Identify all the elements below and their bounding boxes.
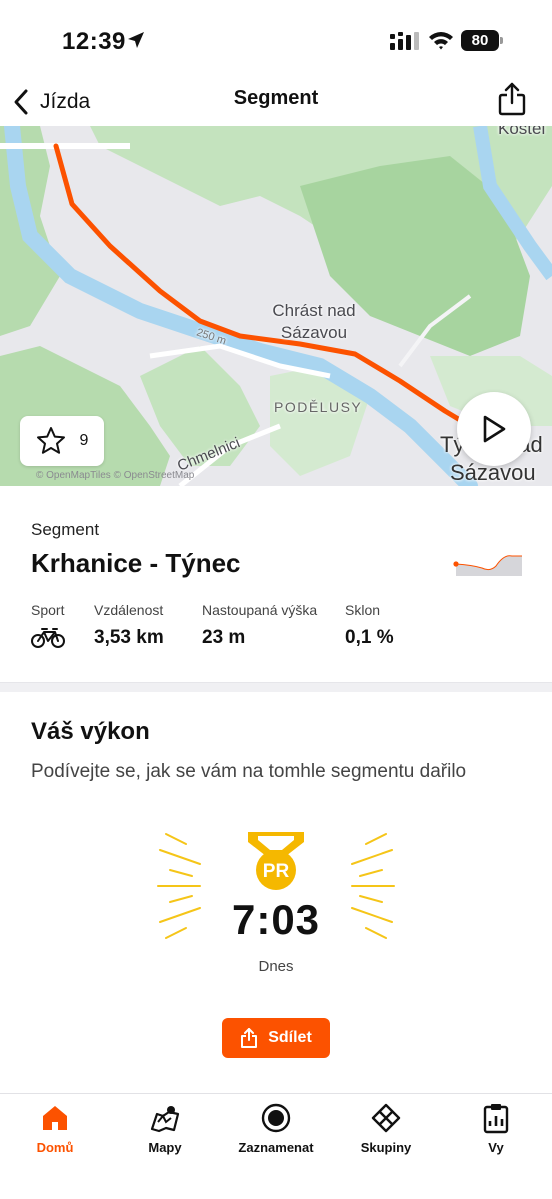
performance-subtitle: Podívejte se, jak se vám na tomhle segme… xyxy=(31,761,467,782)
battery-tip xyxy=(500,37,503,44)
map-label-area: PODĚLUSY xyxy=(274,399,363,415)
map-label-north: Kostel xyxy=(498,126,546,138)
status-time: 12:39 xyxy=(62,28,126,55)
tab-label: Mapy xyxy=(148,1140,182,1155)
stat-label: Nastoupaná výška xyxy=(202,602,318,618)
battery-indicator: 80 xyxy=(461,30,503,51)
tab-groups[interactable]: Skupiny xyxy=(331,1102,441,1155)
stat-sport: Sport xyxy=(31,602,65,654)
play-icon xyxy=(483,415,506,443)
pr-medal-icon: PR xyxy=(246,830,306,892)
stat-value: 0,1 % xyxy=(345,627,394,648)
share-icon[interactable] xyxy=(498,82,526,116)
you-icon xyxy=(483,1104,509,1134)
stat-label: Sport xyxy=(31,602,65,618)
segment-name: Krhanice - Týnec xyxy=(31,548,241,578)
share-icon xyxy=(241,1028,258,1048)
battery-level: 80 xyxy=(461,30,499,51)
tab-label: Skupiny xyxy=(360,1140,412,1155)
pr-badge-text: PR xyxy=(263,861,290,882)
location-arrow-icon xyxy=(128,32,144,48)
cellular-signal-icon xyxy=(390,32,419,50)
tab-record[interactable]: Zaznamenat xyxy=(221,1102,331,1155)
wifi-icon xyxy=(429,32,453,50)
section-divider xyxy=(0,682,552,692)
play-flyover-button[interactable] xyxy=(457,392,531,466)
map-attribution[interactable]: © OpenMapTiles © OpenStreetMap xyxy=(36,470,194,481)
nav-header: Jízda Segment xyxy=(0,80,552,126)
status-bar: 12:39 80 xyxy=(0,0,552,80)
map-label-town: Chrást nad Sázavou xyxy=(272,301,356,342)
segment-info-card: Segment Krhanice - Týnec Sport Vzdálenos… xyxy=(0,486,552,682)
share-button[interactable]: Sdílet xyxy=(222,1018,330,1058)
bottom-tab-bar: Domů Mapy Zaznamenat Skupiny Vy xyxy=(0,1093,552,1199)
bike-icon xyxy=(31,628,65,648)
segment-caption: Segment xyxy=(31,520,100,539)
home-icon xyxy=(43,1106,67,1130)
groups-icon xyxy=(371,1103,401,1133)
record-icon xyxy=(261,1103,291,1133)
stat-value: 3,53 km xyxy=(94,627,164,648)
tab-maps[interactable]: Mapy xyxy=(110,1102,220,1155)
tab-home[interactable]: Domů xyxy=(0,1102,110,1155)
star-segment-button[interactable]: 9 xyxy=(20,416,104,466)
stat-label: Sklon xyxy=(345,602,381,618)
tab-label: Zaznamenat xyxy=(238,1140,314,1155)
share-button-label: Sdílet xyxy=(268,1029,312,1046)
performance-title: Váš výkon xyxy=(31,718,150,745)
star-icon xyxy=(36,427,65,454)
star-count: 9 xyxy=(79,432,89,449)
page-title: Segment xyxy=(233,87,319,109)
stat-value: 23 m xyxy=(202,627,246,648)
elevation-profile-chart xyxy=(453,555,522,576)
stat-grade: Sklon 0,1 % xyxy=(345,602,394,649)
performance-date: Dnes xyxy=(258,958,294,975)
stat-label: Vzdálenost xyxy=(94,602,164,618)
stat-elevation-gain: Nastoupaná výška 23 m xyxy=(202,602,317,649)
stat-distance: Vzdálenost 3,53 km xyxy=(94,602,164,649)
segment-map[interactable]: Chrást nad Sázavou PODĚLUSY 250 m Chmeln… xyxy=(0,126,552,486)
tab-label: Domů xyxy=(36,1140,74,1155)
medal-graphic: PR xyxy=(248,832,304,890)
performance-time: 7:03 xyxy=(231,896,321,943)
maps-icon xyxy=(150,1106,180,1133)
tab-label: Vy xyxy=(488,1140,504,1155)
tab-you[interactable]: Vy xyxy=(441,1102,551,1155)
